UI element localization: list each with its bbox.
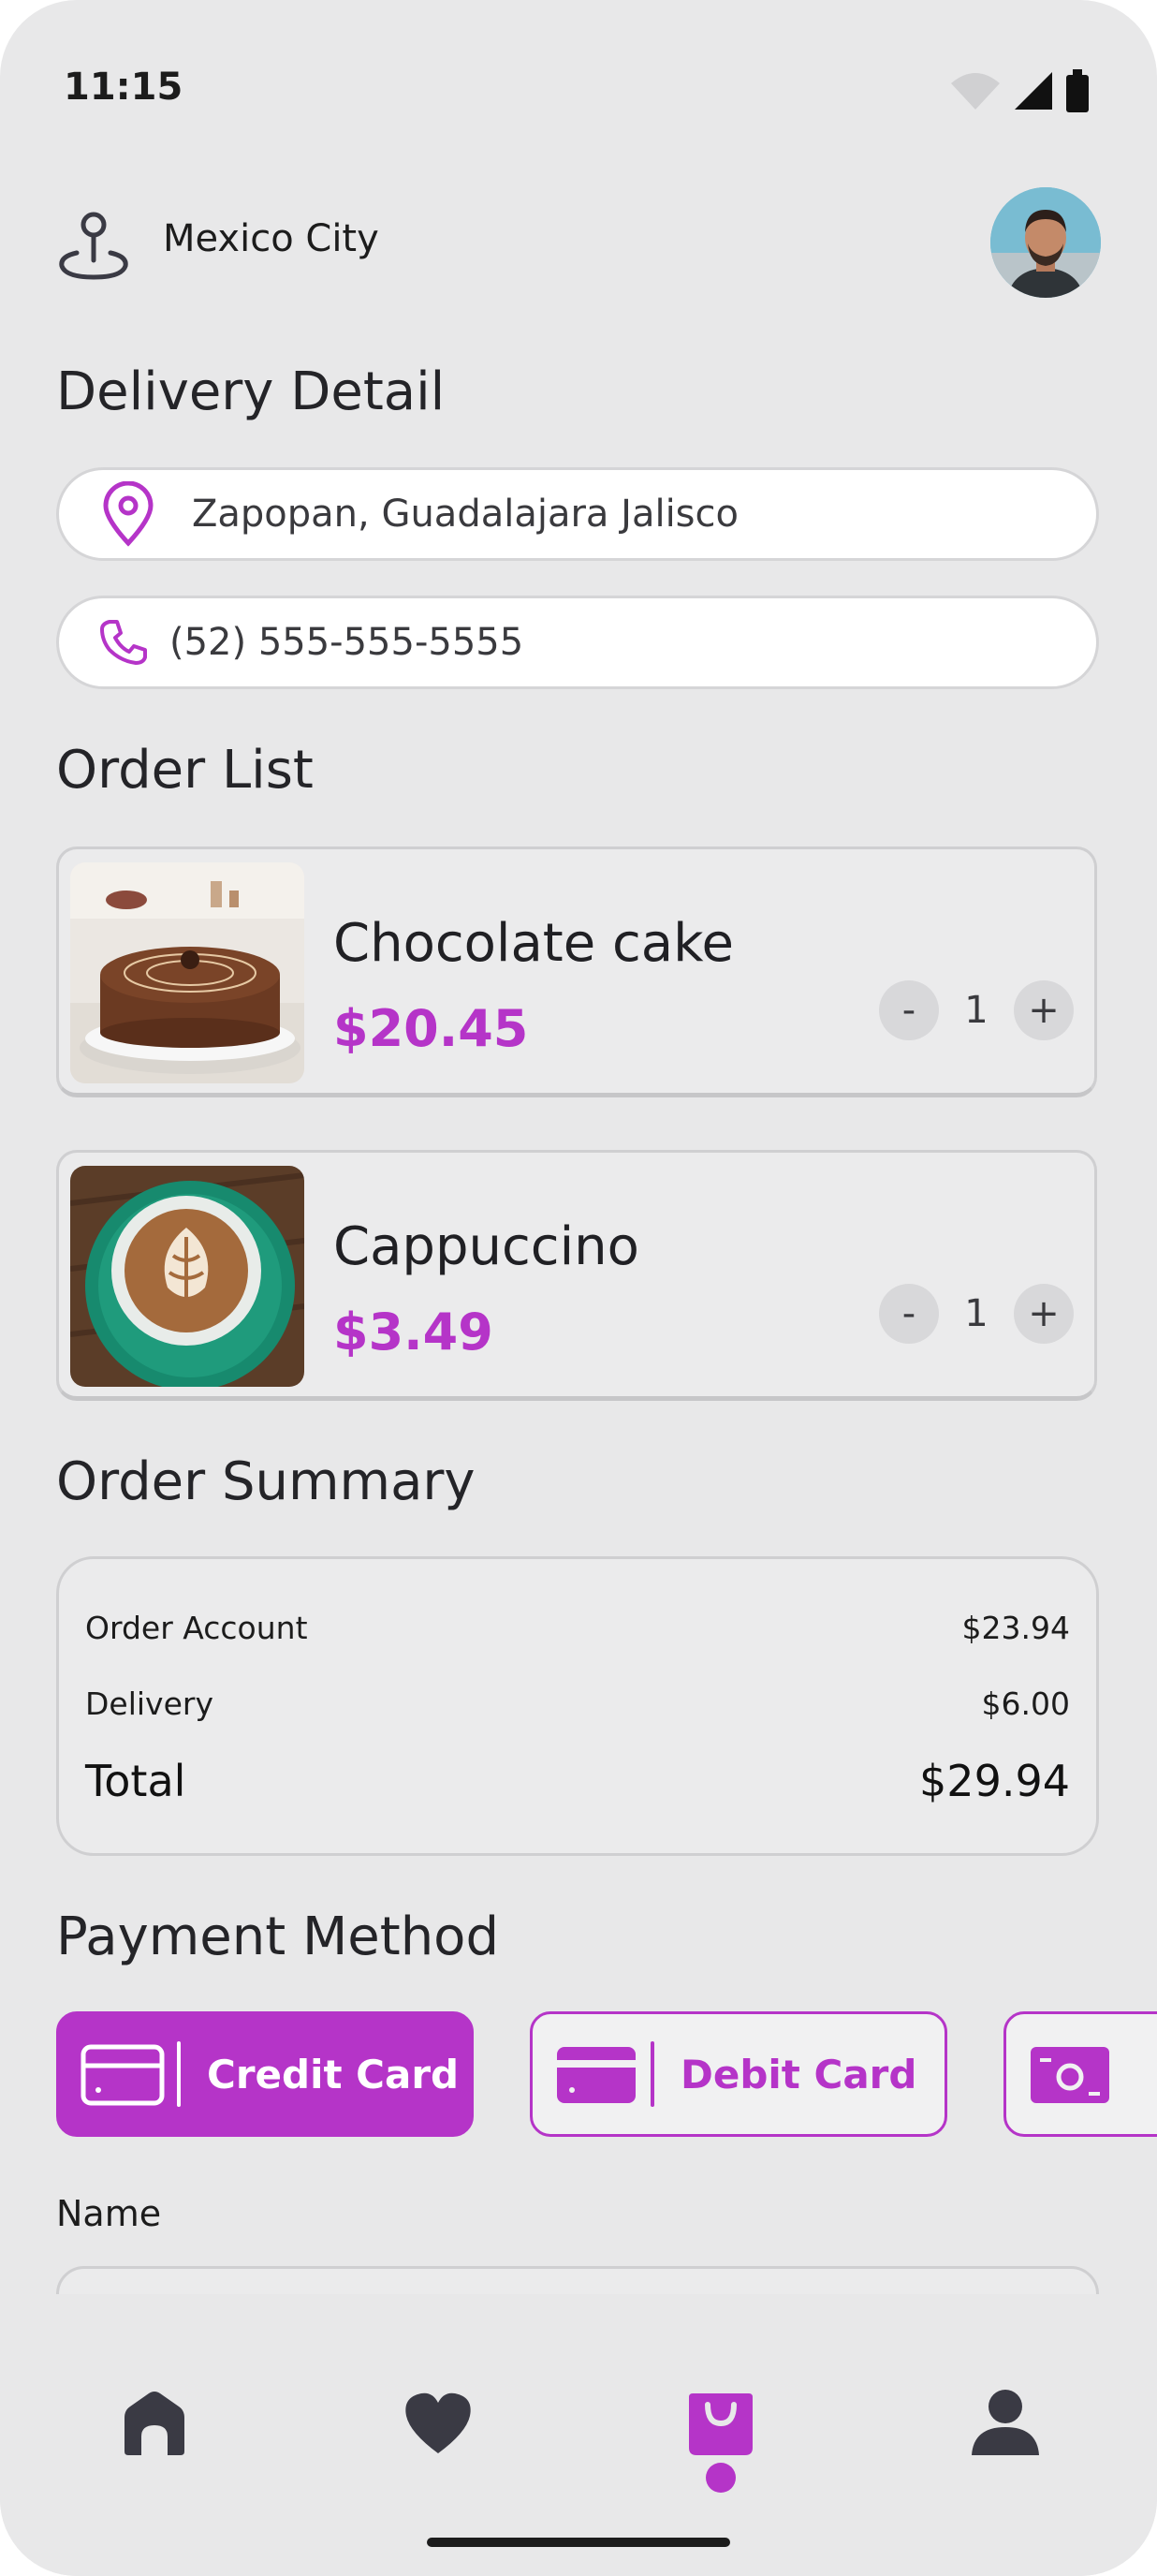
current-city[interactable]: Mexico City <box>163 217 379 260</box>
item-name: Cappuccino <box>333 1216 639 1277</box>
order-summary-card: Order Account $23.94 Delivery $6.00 Tota… <box>56 1556 1099 1856</box>
debit-card-icon <box>557 2047 636 2103</box>
quantity-value: 1 <box>964 989 989 1032</box>
payment-label: Credit Card <box>207 2051 460 2098</box>
quantity-value: 1 <box>964 1292 989 1335</box>
avatar-photo <box>990 187 1101 298</box>
battery-icon <box>1066 69 1089 112</box>
home-icon[interactable] <box>117 2386 192 2461</box>
chocolate-cake-image <box>70 862 304 1083</box>
summary-row-order-account: Order Account $23.94 <box>85 1610 1070 1646</box>
status-bar: 11:15 <box>0 0 1157 178</box>
item-name: Chocolate cake <box>333 913 734 974</box>
debit-card-button[interactable]: Debit Card <box>530 2011 947 2137</box>
increase-quantity-button[interactable]: + <box>1014 980 1074 1040</box>
delivery-detail-title: Delivery Detail <box>56 361 446 422</box>
phone-field[interactable]: (52) 555-555-5555 <box>56 596 1099 689</box>
avatar[interactable] <box>990 187 1101 298</box>
increase-quantity-button[interactable]: + <box>1014 1284 1074 1344</box>
item-price: $3.49 <box>333 1303 493 1362</box>
name-label: Name <box>56 2193 162 2234</box>
divider <box>177 2041 181 2107</box>
order-item[interactable]: Chocolate cake $20.45 - 1 + <box>56 846 1097 1097</box>
user-icon[interactable] <box>968 2386 1043 2461</box>
shopping-bag-icon[interactable] <box>683 2386 758 2461</box>
decrease-quantity-button[interactable]: - <box>879 980 939 1040</box>
signal-icon <box>1015 72 1052 110</box>
divider <box>651 2041 654 2107</box>
address-value: Zapopan, Guadalajara Jalisco <box>192 493 739 536</box>
order-item[interactable]: Cappuccino $3.49 - 1 + <box>56 1150 1097 1401</box>
heart-icon[interactable] <box>401 2386 476 2461</box>
payment-label: Debit Card <box>681 2051 917 2098</box>
home-indicator[interactable] <box>427 2538 730 2547</box>
location-pin-icon[interactable] <box>56 208 131 283</box>
header: Mexico City <box>56 185 1101 298</box>
status-icons <box>949 69 1090 112</box>
quantity-stepper: - 1 + <box>879 1284 1074 1344</box>
payment-method-title: Payment Method <box>56 1906 499 1967</box>
decrease-quantity-button[interactable]: - <box>879 1284 939 1344</box>
summary-label: Order Account <box>85 1610 308 1646</box>
order-list-title: Order List <box>56 740 314 801</box>
location-marker-icon <box>103 481 154 547</box>
active-indicator-dot <box>706 2463 736 2493</box>
summary-row-total: Total $29.94 <box>85 1756 1070 1806</box>
credit-card-icon <box>81 2044 165 2106</box>
item-price: $20.45 <box>333 999 529 1058</box>
address-field[interactable]: Zapopan, Guadalajara Jalisco <box>56 467 1099 561</box>
phone-value: (52) 555-555-5555 <box>169 621 524 664</box>
status-time: 11:15 <box>64 66 183 109</box>
order-summary-title: Order Summary <box>56 1451 476 1512</box>
phone-screen: 11:15 Mexico City Delivery Detail Zapopa… <box>0 0 1157 2576</box>
cash-button[interactable] <box>1003 2011 1157 2137</box>
cash-icon <box>1031 2047 1109 2103</box>
summary-row-delivery: Delivery $6.00 <box>85 1685 1070 1722</box>
total-value: $29.94 <box>919 1756 1070 1806</box>
quantity-stepper: - 1 + <box>879 980 1074 1040</box>
total-label: Total <box>85 1756 186 1806</box>
phone-icon <box>100 620 147 665</box>
credit-card-button[interactable]: Credit Card <box>56 2011 474 2137</box>
summary-label: Delivery <box>85 1685 213 1722</box>
wifi-icon <box>951 73 1000 110</box>
summary-value: $6.00 <box>981 1685 1070 1722</box>
summary-value: $23.94 <box>961 1610 1070 1646</box>
cappuccino-image <box>70 1166 304 1387</box>
